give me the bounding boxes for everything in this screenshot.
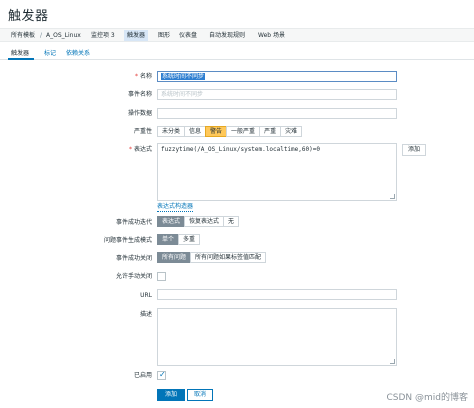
severity-label: 严重性 xyxy=(133,128,152,135)
severity-warning[interactable]: 警告 xyxy=(205,126,228,137)
resize-handle-icon[interactable] xyxy=(390,194,395,199)
problem-mode-multiple[interactable]: 多重 xyxy=(178,234,201,245)
tab-tags[interactable]: 标记 xyxy=(44,50,56,58)
expression-add-button[interactable]: 添加 xyxy=(402,144,427,156)
severity-high[interactable]: 严重 xyxy=(259,126,282,137)
breadcrumb-items[interactable]: 监控项 3 xyxy=(91,31,115,40)
enabled-label: 已启用 xyxy=(133,372,152,379)
ok-event-recovery-expression[interactable]: 恢复表达式 xyxy=(184,216,225,227)
breadcrumb-separator: / xyxy=(40,32,43,39)
expression-label: * 表达式 xyxy=(128,146,152,153)
expression-builder-link[interactable]: 表达式构造器 xyxy=(157,203,194,212)
breadcrumb-triggers[interactable]: 触发器 xyxy=(124,30,149,41)
manual-close-checkbox[interactable] xyxy=(157,272,166,281)
event-name-input[interactable]: 系统时间不同步 xyxy=(157,89,397,100)
severity-not-classified[interactable]: 未分类 xyxy=(157,126,186,137)
severity-average[interactable]: 一般严重 xyxy=(226,126,261,137)
event-name-label: 事件名称 xyxy=(127,91,152,98)
description-textarea[interactable] xyxy=(157,308,397,366)
ok-event-generation-selector: 表达式 恢复表达式 无 xyxy=(157,216,240,227)
cancel-button[interactable]: 取消 xyxy=(187,389,214,401)
severity-information[interactable]: 信息 xyxy=(184,126,207,137)
description-label: 描述 xyxy=(139,311,152,318)
breadcrumb-graphs[interactable]: 图形 xyxy=(158,31,170,40)
expression-value: fuzzytime(/A_OS_Linux/system.localtime,6… xyxy=(161,146,320,153)
url-label: URL xyxy=(140,292,152,299)
ok-close-tag-match[interactable]: 所有问题如果标签值匹配 xyxy=(190,252,267,263)
checkmark-icon: ✓ xyxy=(159,370,166,379)
enabled-checkbox[interactable]: ✓ xyxy=(157,370,166,380)
tab-trigger[interactable]: 触发器 xyxy=(11,50,29,58)
opdata-input[interactable] xyxy=(157,108,397,119)
breadcrumb-dashboards[interactable]: 仪表盘 xyxy=(179,31,197,40)
ok-event-expression[interactable]: 表达式 xyxy=(157,216,186,227)
url-input[interactable] xyxy=(157,289,397,300)
ok-event-none[interactable]: 无 xyxy=(223,216,240,227)
ok-close-label: 事件成功关闭 xyxy=(115,255,152,262)
breadcrumb-template[interactable]: A_OS_Linux xyxy=(46,31,81,40)
watermark: CSDN @mid的博客 xyxy=(386,393,468,403)
page-title: 触发器 xyxy=(8,9,49,24)
manual-close-label: 允许手动关闭 xyxy=(115,273,152,280)
breadcrumb: 所有模板 / A_OS_Linux 监控项 3 触发器 图形 仪表盘 自动发现规… xyxy=(0,28,474,42)
ok-close-all-problems[interactable]: 所有问题 xyxy=(157,252,192,263)
breadcrumb-all-templates[interactable]: 所有模板 xyxy=(11,31,35,40)
resize-handle-icon[interactable] xyxy=(390,359,395,364)
add-button[interactable]: 添加 xyxy=(157,389,186,401)
problem-mode-selector: 单个 多重 xyxy=(157,234,201,245)
form-tabs: 触发器 标记 依赖关系 xyxy=(0,48,474,60)
severity-disaster[interactable]: 灾难 xyxy=(280,126,303,137)
tab-dependencies[interactable]: 依赖关系 xyxy=(66,50,90,58)
active-tab-indicator xyxy=(8,58,34,60)
breadcrumb-discovery-rules[interactable]: 自动发现规则 xyxy=(209,31,245,40)
expression-textarea[interactable]: fuzzytime(/A_OS_Linux/system.localtime,6… xyxy=(157,143,397,201)
opdata-label: 操作数据 xyxy=(127,110,152,117)
ok-close-selector: 所有问题 所有问题如果标签值匹配 xyxy=(157,252,267,263)
problem-mode-label: 问题事件生成模式 xyxy=(103,237,152,244)
ok-event-generation-label: 事件成功迭代 xyxy=(115,219,152,226)
breadcrumb-web-scenarios[interactable]: Web 场景 xyxy=(258,31,285,40)
problem-mode-single[interactable]: 单个 xyxy=(157,234,180,245)
severity-selector: 未分类 信息 警告 一般严重 严重 灾难 xyxy=(157,126,303,137)
name-label: * 名称 xyxy=(134,73,152,80)
name-input[interactable]: 系统时间不同步 xyxy=(157,71,397,82)
